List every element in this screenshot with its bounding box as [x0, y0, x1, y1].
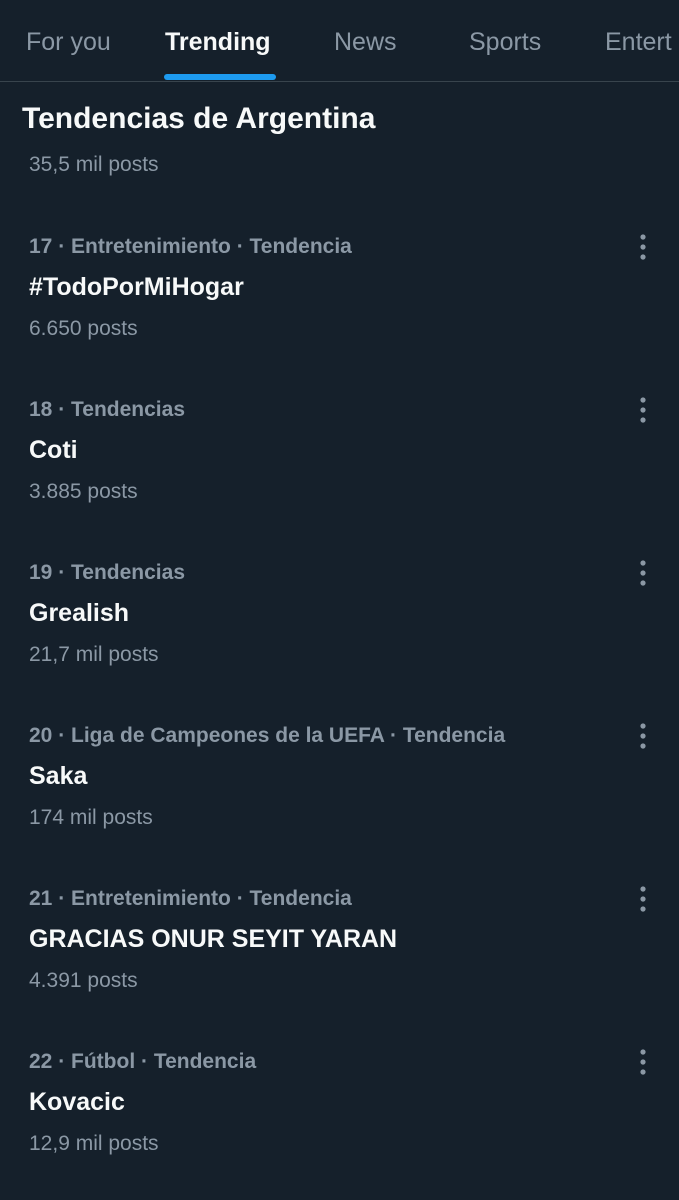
trend-item[interactable]: 22 · Fútbol · Tendencia Kovacic 12,9 mil… — [0, 1049, 679, 1200]
more-vertical-icon[interactable] — [628, 719, 658, 753]
trend-meta: 18 · Tendencias — [29, 398, 186, 421]
trend-post-count: 3.885 posts — [29, 480, 138, 503]
tab-for-you[interactable]: For you — [26, 0, 111, 81]
partial-trend-count: 35,5 mil posts — [29, 153, 159, 176]
trend-post-count: 12,9 mil posts — [29, 1132, 159, 1155]
active-tab-indicator — [164, 74, 276, 80]
trend-meta: 20 · Liga de Campeones de la UEFA · Tend… — [29, 724, 506, 747]
trend-list: 35,5 mil posts 17 · Entretenimiento · Te… — [0, 153, 679, 1200]
trend-item[interactable]: 19 · Tendencias Grealish 21,7 mil posts — [0, 560, 679, 723]
trend-meta: 22 · Fútbol · Tendencia — [29, 1050, 257, 1073]
tab-news[interactable]: News — [334, 0, 397, 81]
tab-trending[interactable]: Trending — [165, 0, 271, 81]
trend-name: Kovacic — [29, 1088, 125, 1116]
more-vertical-icon[interactable] — [628, 556, 658, 590]
more-vertical-icon[interactable] — [628, 882, 658, 916]
tab-bar: For you Trending News Sports Entert — [0, 0, 679, 82]
trend-post-count: 174 mil posts — [29, 806, 153, 829]
trend-meta: 21 · Entretenimiento · Tendencia — [29, 887, 352, 910]
trend-name: Saka — [29, 762, 88, 790]
trend-name: GRACIAS ONUR SEYIT YARAN — [29, 925, 398, 953]
tab-entertainment[interactable]: Entert — [605, 0, 672, 81]
trend-post-count: 4.391 posts — [29, 969, 138, 992]
trend-name: Coti — [29, 436, 78, 464]
trend-item[interactable]: 18 · Tendencias Coti 3.885 posts — [0, 397, 679, 560]
trend-meta: 17 · Entretenimiento · Tendencia — [29, 235, 352, 258]
more-vertical-icon[interactable] — [628, 1045, 658, 1079]
trend-post-count: 21,7 mil posts — [29, 643, 159, 666]
trend-name: Grealish — [29, 599, 130, 627]
more-vertical-icon[interactable] — [628, 393, 658, 427]
tab-sports[interactable]: Sports — [469, 0, 541, 81]
trend-meta: 19 · Tendencias — [29, 561, 186, 584]
trend-item[interactable]: 20 · Liga de Campeones de la UEFA · Tend… — [0, 723, 679, 886]
more-vertical-icon[interactable] — [628, 230, 658, 264]
trend-post-count: 6.650 posts — [29, 317, 138, 340]
trend-item[interactable]: 17 · Entretenimiento · Tendencia #TodoPo… — [0, 234, 679, 397]
trend-item[interactable]: 21 · Entretenimiento · Tendencia GRACIAS… — [0, 886, 679, 1049]
section-title: Tendencias de Argentina — [22, 102, 376, 135]
trend-name: #TodoPorMiHogar — [29, 273, 244, 301]
